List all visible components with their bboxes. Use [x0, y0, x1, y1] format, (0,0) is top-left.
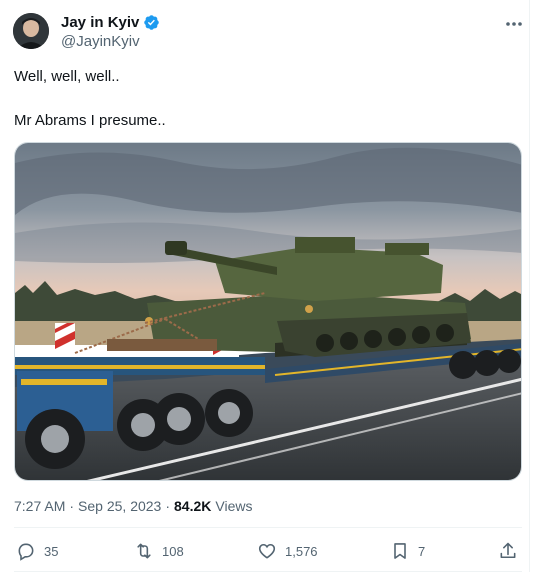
tweet-text-line-1: Well, well, well.. [14, 68, 120, 85]
tank-photo [15, 143, 521, 480]
author-name[interactable]: Jay in Kyiv [61, 14, 139, 31]
tweet-meta: 7:27 AM · Sep 25, 2023 · 84.2K Views [14, 498, 252, 514]
bookmark-button[interactable]: 7 [390, 538, 425, 564]
tweet-actions-bar: 35 108 1,576 7 [0, 538, 530, 564]
tweet-card: Jay in Kyiv @JayinKyiv Well, well, well.… [0, 0, 530, 572]
more-horizontal-icon [506, 22, 522, 26]
avatar-image [13, 13, 49, 49]
repost-button[interactable]: 108 [134, 538, 184, 564]
share-button[interactable] [498, 538, 518, 564]
tweet-media-photo[interactable] [14, 142, 522, 481]
tweet-time[interactable]: 7:27 AM [14, 498, 65, 514]
reply-icon [18, 543, 34, 561]
reply-count: 35 [44, 543, 59, 559]
avatar[interactable] [13, 13, 49, 49]
tweet-text-line-2: Mr Abrams I presume.. [14, 112, 166, 129]
like-count: 1,576 [285, 543, 318, 559]
meta-separator-1: · [69, 498, 75, 514]
divider-top [14, 527, 522, 528]
share-icon [500, 542, 516, 559]
more-options-button[interactable] [500, 14, 528, 34]
like-button[interactable]: 1,576 [257, 538, 318, 564]
repost-icon [137, 543, 151, 559]
bookmark-icon [394, 543, 406, 559]
heart-icon [258, 543, 276, 559]
views-count: 84.2K [174, 498, 212, 514]
repost-count: 108 [162, 543, 184, 559]
meta-separator-2: · [165, 498, 171, 514]
views-label: Views [215, 498, 253, 514]
verified-badge-icon [144, 15, 160, 30]
tweet-date[interactable]: Sep 25, 2023 [78, 498, 161, 514]
reply-button[interactable]: 35 [16, 538, 58, 564]
author-name-row[interactable]: Jay in Kyiv [61, 14, 160, 31]
author-handle[interactable]: @JayinKyiv [61, 33, 140, 50]
bookmark-count: 7 [418, 543, 426, 559]
